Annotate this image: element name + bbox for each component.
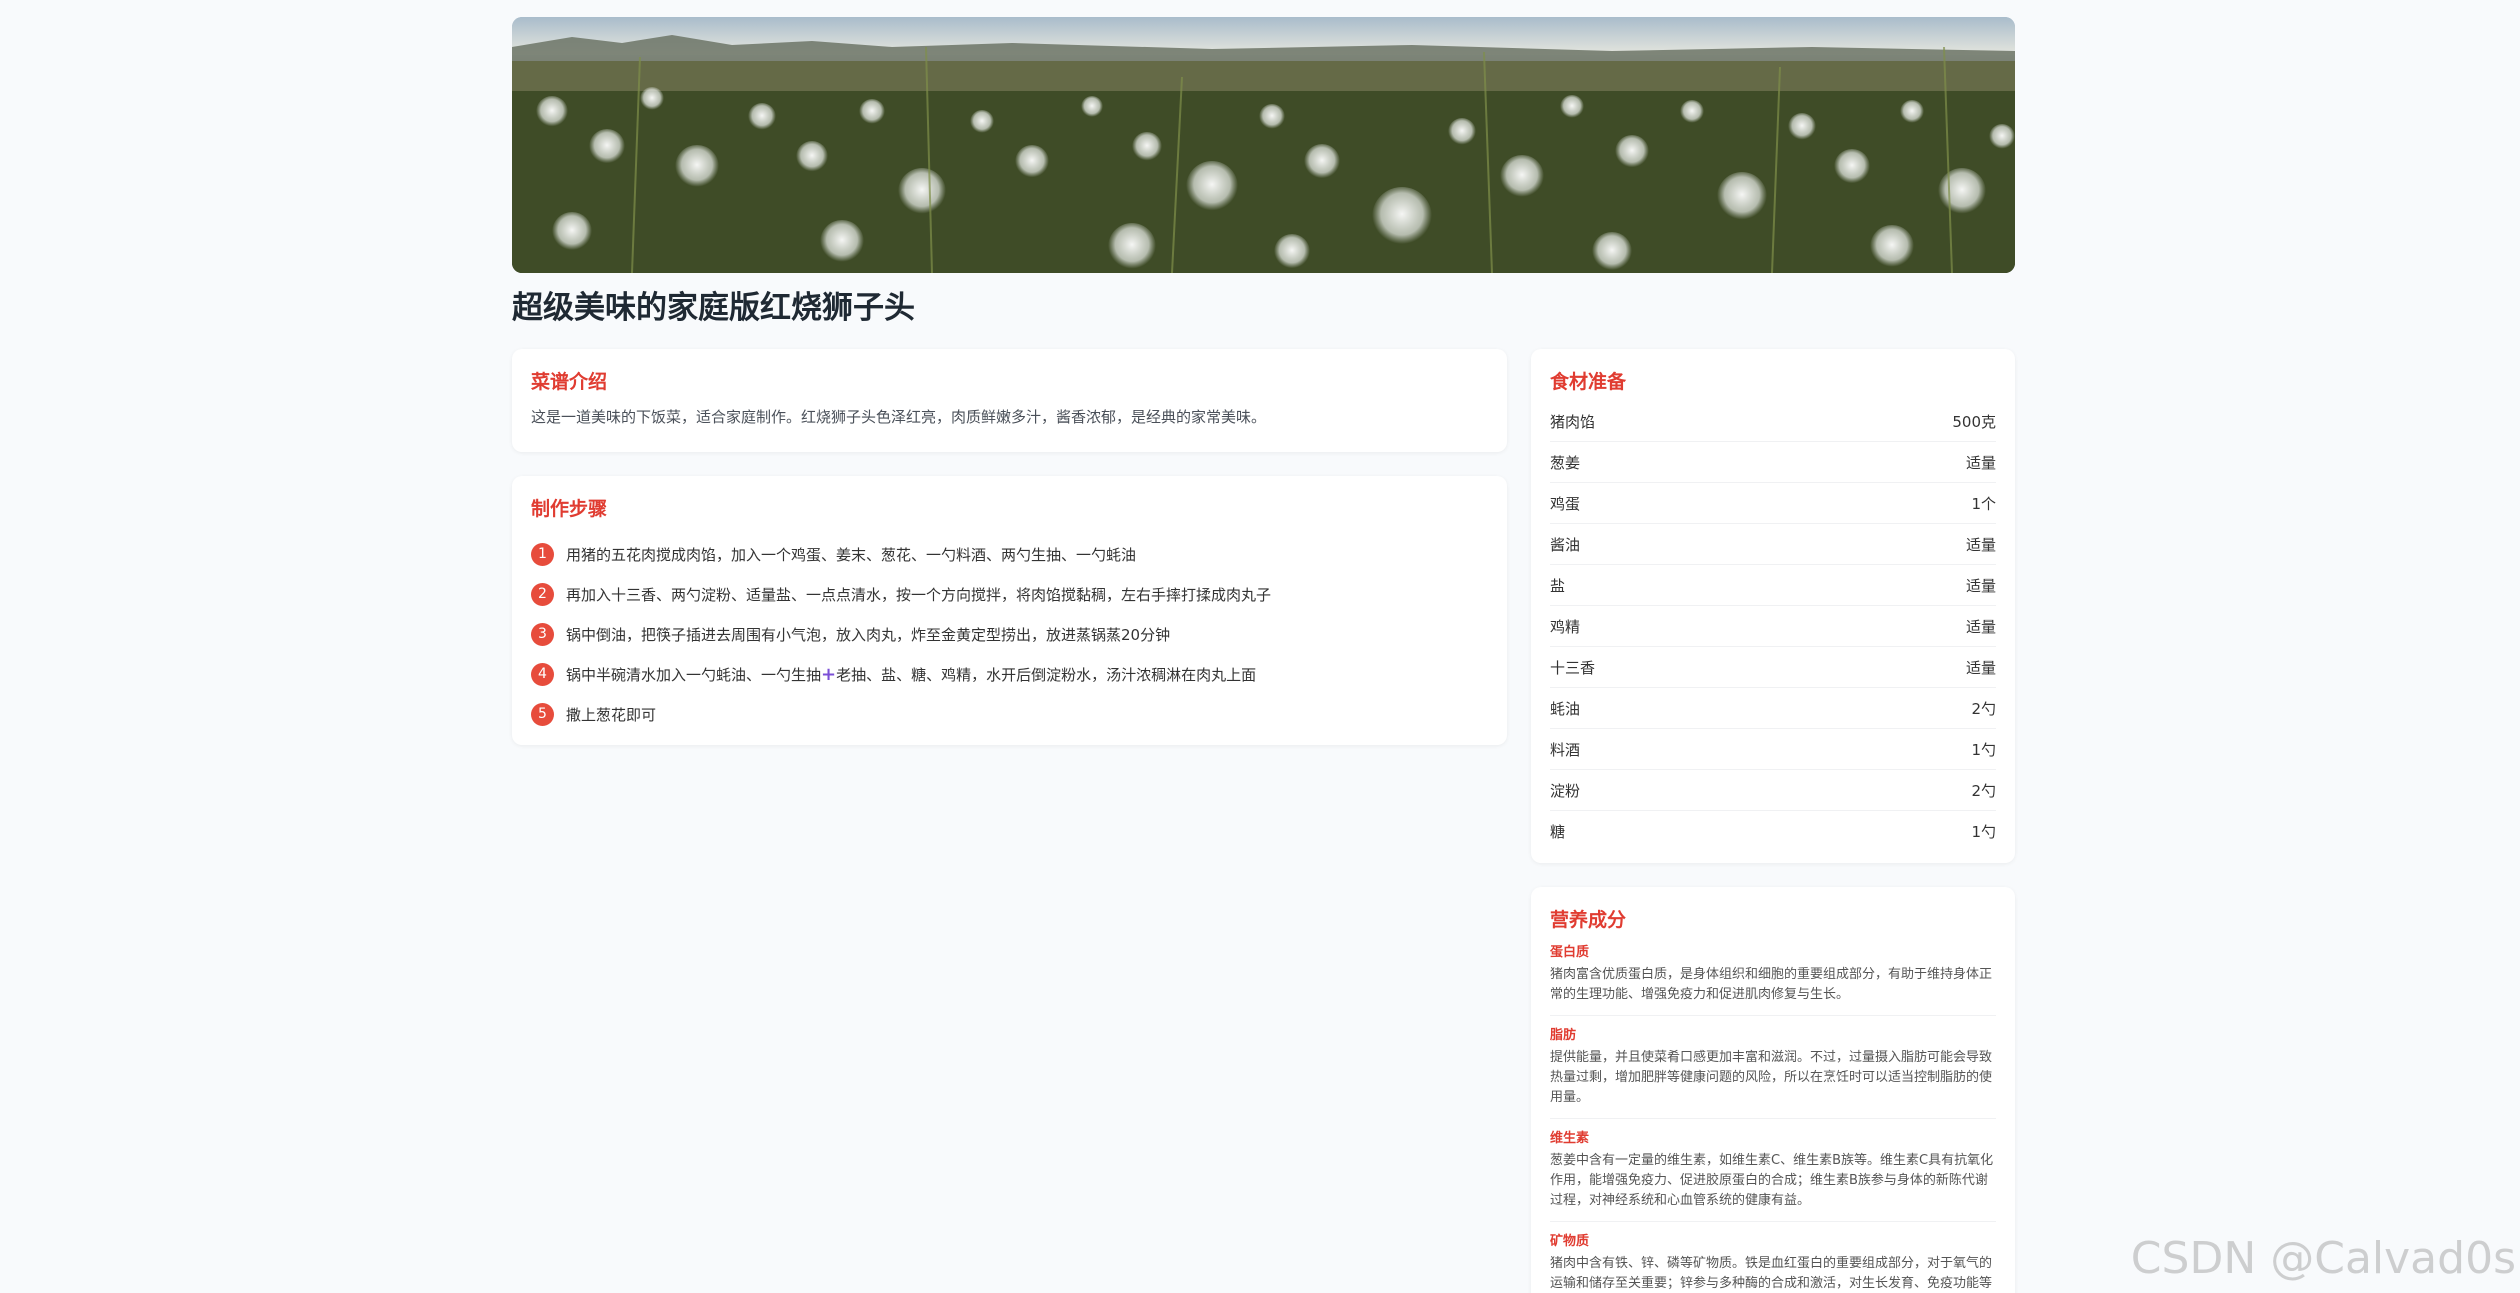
steps-card: 制作步骤 1 用猪的五花肉搅成肉馅，加入一个鸡蛋、姜末、葱花、一勺料酒、两勺生抽… <box>512 476 1507 745</box>
nutrient-description: 猪肉中含有铁、锌、磷等矿物质。铁是血红蛋白的重要组成部分，对于氧气的运输和储存至… <box>1550 1256 1993 1291</box>
ingredient-amount: 适量 <box>1965 535 1996 554</box>
nutrient-item: 脂肪 提供能量，并且使菜肴口感更加丰富和滋润。不过，过量摄入脂肪可能会导致热量过… <box>1550 1026 1996 1119</box>
step-item: 2 再加入十三香、两勺淀粉、适量盐、一点点清水，按一个方向搅拌，将肉馅搅黏稠，左… <box>531 574 1488 614</box>
nutrient-description: 葱姜中含有一定量的维生素，如维生素C、维生素B族等。维生素C具有抗氧化作用，能增… <box>1550 1153 1994 1208</box>
ingredient-name: 料酒 <box>1550 740 1581 759</box>
nutrition-card: 营养成分 蛋白质 猪肉富含优质蛋白质，是身体组织和细胞的重要组成部分，有助于维持… <box>1531 887 2015 1293</box>
step-text: 撒上葱花即可 <box>566 705 657 724</box>
ingredient-name: 糖 <box>1550 823 1566 841</box>
ingredient-list: 猪肉馅 500克 葱姜 适量 鸡蛋 1个 酱油 适量 盐适量 鸡精 适量 十三香 适量 蚝油… <box>1550 401 1996 852</box>
ingredient-amount: 2勺 <box>1971 781 1996 800</box>
nutrient-item: 蛋白质 猪肉富含优质蛋白质，是身体组织和细胞的重要组成部分，有助于维持身体正常的… <box>1550 943 1996 1016</box>
intro-heading: 菜谱介绍 <box>531 371 608 393</box>
nutrition-heading: 营养成分 <box>1550 909 1627 931</box>
nutrient-item: 维生素 葱姜中含有一定量的维生素，如维生素C、维生素B族等。维生素C具有抗氧化作… <box>1550 1129 1996 1222</box>
ingredient-row: 鸡精 适量 <box>1550 606 1996 647</box>
step-number-badge: 5 <box>531 702 554 726</box>
ingredient-name: 盐 <box>1550 576 1566 595</box>
nutrient-description: 提供能量，并且使菜肴口感更加丰富和滋润。不过，过量摄入脂肪可能会导致热量过剩，增… <box>1550 1050 1993 1105</box>
ingredient-row: 料酒 1勺 <box>1550 729 1996 770</box>
ingredient-name: 鸡蛋 <box>1550 494 1581 513</box>
step-number-badge: 1 <box>531 542 554 566</box>
step-text: 锅中倒油，把筷子插进去周围有小气泡，放入肉丸，炸至金黄定型捞出，放进蒸锅蒸20分… <box>566 625 1171 644</box>
step-list: 1 用猪的五花肉搅成肉馅，加入一个鸡蛋、姜末、葱花、一勺料酒、两勺生抽、一勺蚝油… <box>531 534 1488 734</box>
watermark: CSDN @Calvad0s <box>2130 1233 2516 1284</box>
ingredient-row: 蚝油 2勺 <box>1550 688 1996 729</box>
ingredients-card: 食材准备 猪肉馅 500克 葱姜 适量 鸡蛋 1个 酱油 适量 盐适量 鸡精 适量 十三香… <box>1531 349 2015 863</box>
step-item: 3 锅中倒油，把筷子插进去周围有小气泡，放入肉丸，炸至金黄定型捞出，放进蒸锅蒸2… <box>531 614 1488 654</box>
ingredient-name: 猪肉馅 <box>1550 412 1596 431</box>
step-number-badge: 3 <box>531 622 554 646</box>
ingredients-heading: 食材准备 <box>1550 371 1627 393</box>
ingredient-row: 盐 适量 <box>1550 565 1996 606</box>
ingredient-name: 酱油 <box>1550 535 1581 554</box>
ingredient-amount: 1个 <box>1971 494 1996 513</box>
ingredient-row: 糖 1勺 <box>1550 811 1996 852</box>
step-item: 4 锅中半碗清水加入一勺蚝油、一勺生抽+老抽、盐、糖、鸡精，水开后倒淀粉水，汤汁… <box>531 654 1488 694</box>
step-number-badge: 4 <box>531 662 554 686</box>
ingredient-amount: 适量 <box>1965 453 1996 472</box>
ingredient-row: 鸡蛋 1个 <box>1550 483 1996 524</box>
nutrient-name: 蛋白质 <box>1550 945 1590 960</box>
ingredient-row: 葱姜 适量 <box>1550 442 1996 483</box>
dandelion-field-illustration <box>512 17 2015 273</box>
step-item: 1 用猪的五花肉搅成肉馅，加入一个鸡蛋、姜末、葱花、一勺料酒、两勺生抽、一勺蚝油 <box>531 534 1488 574</box>
ingredient-row: 十三香 适量 <box>1550 647 1996 688</box>
step-text: 再加入十三香、两勺淀粉、适量盐、一点点清水，按一个方向搅拌，将肉馅搅黏稠，左右手… <box>566 585 1272 604</box>
intro-text: 这是一道美味的下饭菜，适合家庭制作。红烧狮子头色泽红亮，肉质鲜嫩多汁，酱香浓郁，… <box>531 408 1267 426</box>
hero-banner-image <box>512 17 2015 273</box>
ingredient-row: 猪肉馅 500克 <box>1550 401 1996 442</box>
nutrient-item: 矿物质 猪肉中含有铁、锌、磷等矿物质。铁是血红蛋白的重要组成部分，对于氧气的运输… <box>1550 1232 1996 1293</box>
step-text-part: 锅中半碗清水加入一勺蚝油、一勺生抽 <box>566 665 822 684</box>
ingredient-amount: 1勺 <box>1971 740 1996 759</box>
step-number-badge: 2 <box>531 582 554 606</box>
page-title: 超级美味的家庭版红烧狮子头 <box>512 290 915 326</box>
ingredient-amount: 适量 <box>1965 617 1996 636</box>
step-text-part: 老抽、盐、糖、鸡精，水开后倒淀粉水，汤汁浓稠淋在肉丸上面 <box>836 665 1257 684</box>
ingredient-name: 十三香 <box>1550 658 1596 677</box>
nutrient-name: 矿物质 <box>1550 1234 1590 1249</box>
ingredient-name: 淀粉 <box>1550 781 1581 800</box>
nutrient-name: 脂肪 <box>1550 1028 1577 1043</box>
ingredient-name: 蚝油 <box>1550 699 1581 718</box>
recipe-page: 超级美味的家庭版红烧狮子头 菜谱介绍 这是一道美味的下饭菜，适合家庭制作。红烧狮… <box>0 0 2520 1293</box>
ingredient-name: 葱姜 <box>1550 453 1581 472</box>
plus-icon: + <box>821 663 837 685</box>
step-item: 5 撒上葱花即可 <box>531 694 1488 734</box>
nutrient-description: 猪肉富含优质蛋白质，是身体组织和细胞的重要组成部分，有助于维持身体正常的生理功能… <box>1550 967 1993 1002</box>
ingredient-row: 淀粉 2勺 <box>1550 770 1996 811</box>
ingredient-name: 鸡精 <box>1550 617 1581 636</box>
recipe-intro-card: 菜谱介绍 这是一道美味的下饭菜，适合家庭制作。红烧狮子头色泽红亮，肉质鲜嫩多汁，… <box>512 349 1507 452</box>
steps-heading: 制作步骤 <box>531 498 608 520</box>
ingredient-amount: 适量 <box>1965 658 1996 677</box>
ingredient-amount: 2勺 <box>1971 699 1996 718</box>
step-text: 锅中半碗清水加入一勺蚝油、一勺生抽+老抽、盐、糖、鸡精，水开后倒淀粉水，汤汁浓稠… <box>566 664 1256 685</box>
ingredient-amount: 500克 <box>1952 412 1996 431</box>
step-text: 用猪的五花肉搅成肉馅，加入一个鸡蛋、姜末、葱花、一勺料酒、两勺生抽、一勺蚝油 <box>566 545 1137 564</box>
ingredient-amount: 1勺 <box>1971 823 1996 841</box>
ingredient-amount: 适量 <box>1965 576 1996 595</box>
ingredient-row: 酱油 适量 <box>1550 524 1996 565</box>
nutrient-name: 维生素 <box>1550 1131 1590 1146</box>
